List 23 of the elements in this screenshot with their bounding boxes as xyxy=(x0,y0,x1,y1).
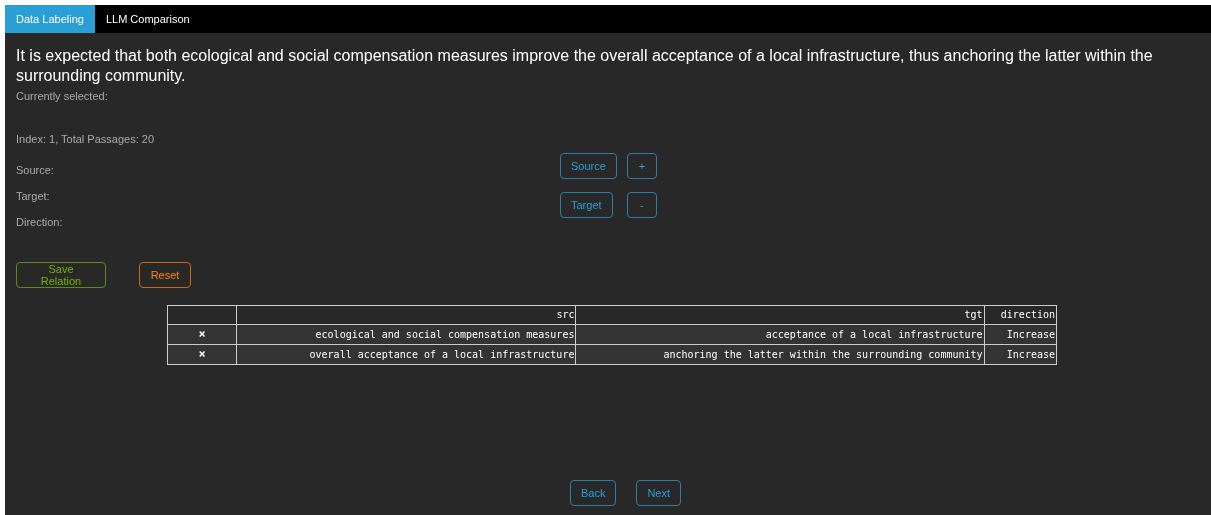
field-label: Direction: xyxy=(16,215,64,229)
field-label: Source: xyxy=(16,163,55,177)
reset-button[interactable]: Reset xyxy=(139,262,191,288)
tab[interactable]: LLM Comparison xyxy=(94,5,201,33)
back-button[interactable]: Back xyxy=(569,480,617,506)
header-cell: direction xyxy=(984,305,1057,325)
next-button[interactable]: Next xyxy=(636,480,682,506)
header-cell: tgt xyxy=(575,305,985,325)
index-info: Index: 1, Total Passages: 20 xyxy=(16,133,155,145)
delete-button[interactable]: × xyxy=(198,327,206,341)
adjust-button[interactable]: + xyxy=(626,153,657,179)
delete-button[interactable]: × xyxy=(198,347,206,361)
adjust-button[interactable]: - xyxy=(626,191,657,218)
table-cell: acceptance of a local infrastructure xyxy=(575,324,985,345)
select-button[interactable]: Target xyxy=(560,191,613,218)
field-label: Target: xyxy=(16,189,51,203)
select-button[interactable]: Source xyxy=(560,153,617,179)
passage-text: It is expected that both ecological and social compensation measures improve the overall acceptance of a local infrastructure, thus anchoring the latter within the surrounding community. xyxy=(16,46,1154,86)
tab[interactable]: Data Labeling xyxy=(5,5,95,33)
save-button[interactable]: Save Relation xyxy=(16,262,106,288)
table-cell: anchoring the latter within the surrounding community xyxy=(575,344,985,365)
header-cell: src xyxy=(236,305,576,325)
selection-label: Currently selected: xyxy=(16,90,109,102)
